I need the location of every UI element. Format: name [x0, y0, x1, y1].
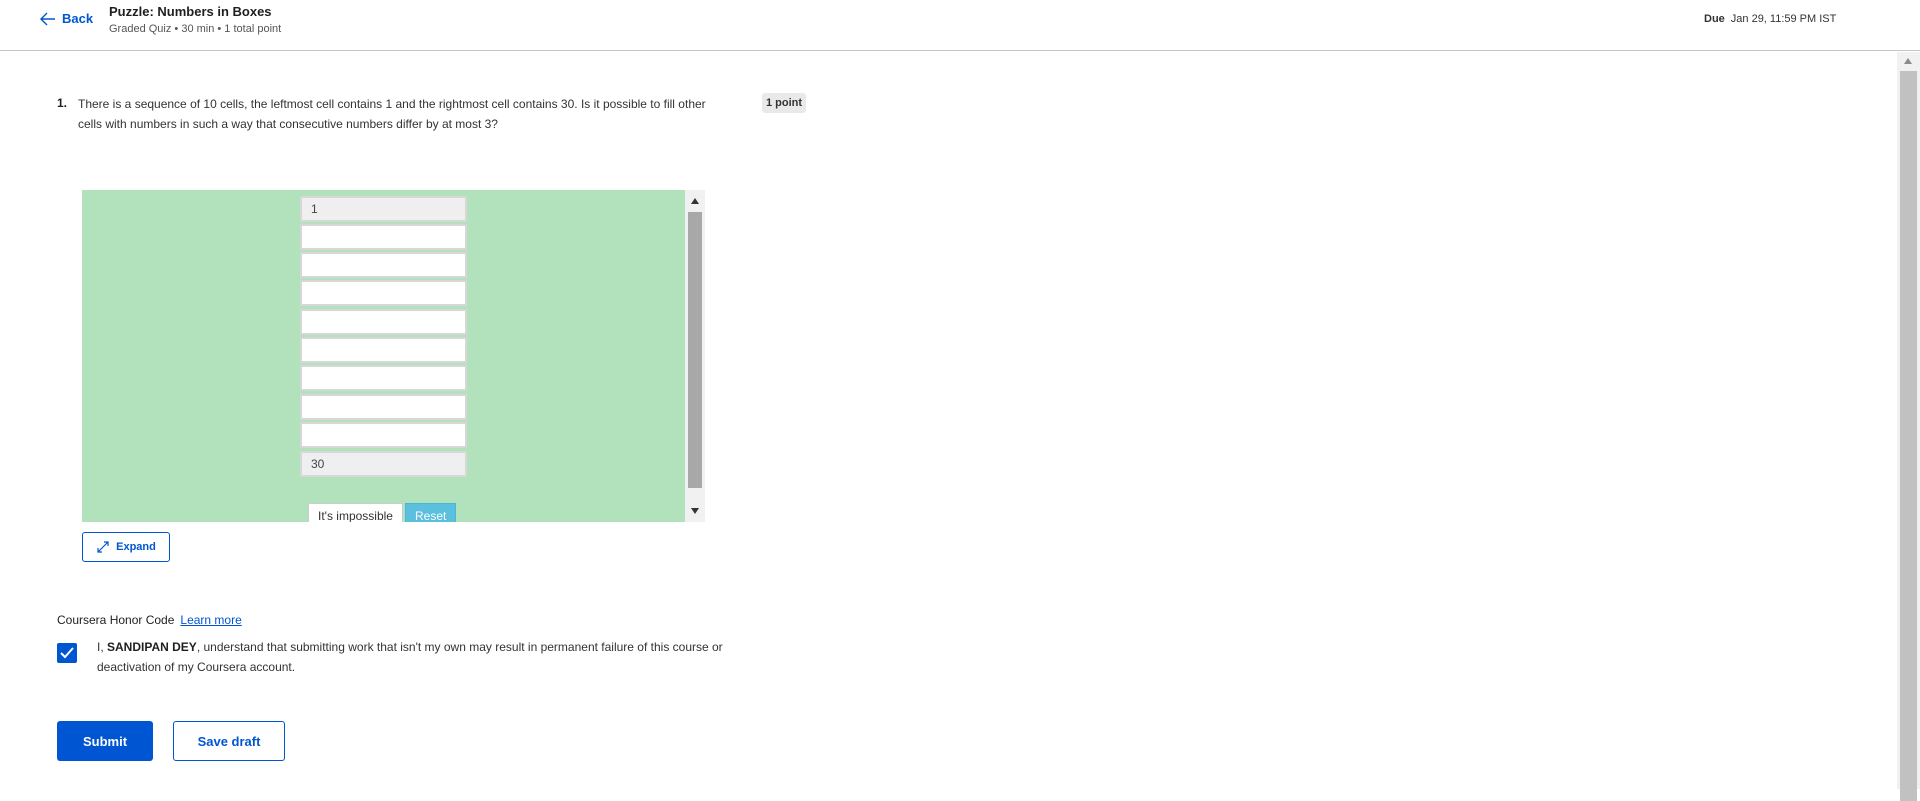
impossible-button[interactable]: It's impossible	[308, 503, 403, 522]
question-text: There is a sequence of 10 cells, the lef…	[78, 97, 706, 131]
learner-name: SANDIPAN DEY	[107, 640, 197, 654]
cell-1: 1	[300, 196, 467, 222]
honor-checkbox[interactable]	[57, 643, 77, 663]
frame-scrollbar[interactable]	[685, 190, 705, 522]
cell-6[interactable]	[300, 337, 467, 363]
honor-code-label: Coursera Honor Code	[57, 613, 175, 627]
cell-8[interactable]	[300, 394, 467, 420]
check-icon	[60, 647, 74, 659]
cell-2[interactable]	[300, 224, 467, 250]
cell-9[interactable]	[300, 422, 467, 448]
due-value: Jan 29, 11:59 PM IST	[1730, 13, 1837, 25]
cell-10: 30	[300, 451, 467, 477]
honor-statement: I, SANDIPAN DEY, understand that submitt…	[97, 637, 757, 677]
cell-5[interactable]	[300, 309, 467, 335]
quiz-meta: Graded Quiz • 30 min • 1 total point	[109, 23, 282, 35]
back-button[interactable]: Back	[40, 11, 93, 26]
page-header: Back Puzzle: Numbers in Boxes Graded Qui…	[0, 0, 1920, 51]
scrollbar-thumb[interactable]	[1900, 71, 1917, 801]
save-draft-button[interactable]: Save draft	[173, 721, 285, 761]
expand-label: Expand	[116, 541, 156, 553]
due-date: Due Jan 29, 11:59 PM IST	[1704, 13, 1836, 25]
scroll-up-icon[interactable]	[1904, 58, 1912, 64]
quiz-title-block: Puzzle: Numbers in Boxes Graded Quiz • 3…	[109, 4, 281, 35]
quiz-title: Puzzle: Numbers in Boxes	[109, 4, 272, 19]
points-badge: 1 point	[762, 93, 807, 113]
question-number: 1.	[57, 96, 68, 110]
back-label: Back	[62, 11, 94, 26]
cell-7[interactable]	[300, 365, 467, 391]
expand-icon	[97, 541, 109, 553]
puzzle-frame: 1 30 It's impossible Reset	[82, 190, 685, 522]
reset-button[interactable]: Reset	[405, 503, 457, 522]
scroll-down-icon[interactable]	[691, 508, 699, 514]
page-scrollbar[interactable]	[1897, 52, 1920, 801]
cell-3[interactable]	[300, 252, 467, 278]
due-label: Due	[1704, 13, 1725, 25]
honor-code-title: Coursera Honor Code Learn more	[57, 613, 242, 627]
arrow-left-icon	[40, 12, 55, 25]
honor-prefix: I,	[97, 640, 108, 654]
learn-more-link[interactable]: Learn more	[180, 613, 241, 627]
expand-button[interactable]: Expand	[82, 532, 170, 562]
frame-scrollbar-thumb[interactable]	[688, 212, 702, 488]
cell-4[interactable]	[300, 280, 467, 306]
submit-button[interactable]: Submit	[57, 721, 153, 761]
scroll-up-icon[interactable]	[691, 198, 699, 204]
